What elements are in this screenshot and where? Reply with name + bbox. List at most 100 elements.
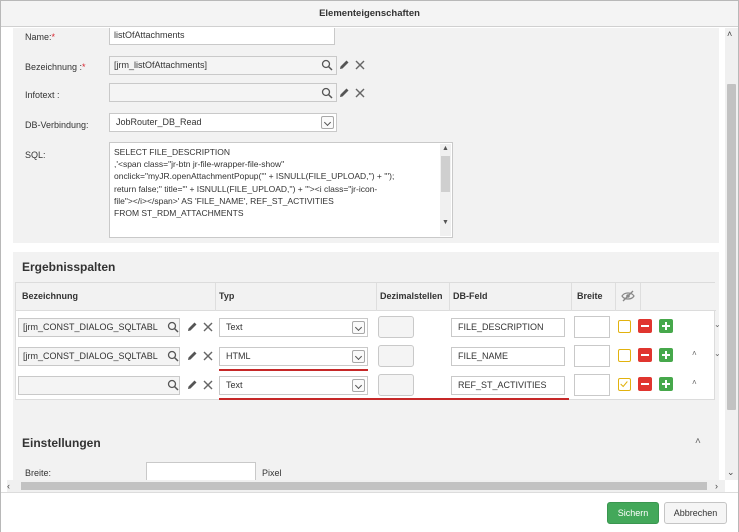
chevron-up-icon[interactable]: ˄ [727,28,732,40]
sql-line: FROM ST_RDM_ATTACHMENTS [114,208,244,219]
cancel-button[interactable]: Abbrechen [664,502,727,524]
db-connection-label: DB-Verbindung: [25,120,89,130]
dialog-title: Elementeigenschaften [1,1,738,27]
row-typ-value: HTML [226,351,251,361]
pixel-label: Pixel [262,468,282,478]
pencil-icon[interactable] [186,350,198,362]
close-icon[interactable] [202,321,214,333]
row-bezeichnung-input[interactable] [18,376,180,395]
search-icon[interactable] [321,87,333,99]
infotext-label: Infotext : [25,90,60,100]
breite-input[interactable] [146,462,256,480]
name-input[interactable]: listOfAttachments [109,28,335,45]
row-typ-value: Text [226,380,243,390]
row-bezeichnung-input[interactable]: [jrm_CONST_DIALOG_SQLTABL [18,318,180,337]
settings-title: Einstellungen [22,436,101,450]
sql-line: onclick="myJR.openAttachmentPopup(''' + … [114,171,395,182]
row-visible-checkbox[interactable] [618,320,631,333]
search-icon[interactable] [167,350,179,362]
chevron-up-icon[interactable]: ˄ [695,436,701,447]
chevron-down-icon[interactable] [352,350,365,363]
bezeichnung-input[interactable]: [jrm_listOfAttachments] [109,56,337,75]
row-typ-select[interactable]: HTML [219,347,368,366]
close-icon[interactable] [354,59,366,71]
chevron-down-icon[interactable] [321,116,334,129]
row-typ-select[interactable]: Text [219,318,368,337]
chevron-down-icon[interactable]: ⌄ [714,349,721,358]
db-connection-select[interactable]: JobRouter_DB_Read [109,113,337,132]
sql-line: return false;" title="' + ISNULL(FILE_UP… [114,183,378,194]
chevron-up-icon[interactable]: ▲ [440,144,451,154]
row-dezimal-input[interactable] [378,345,414,367]
remove-row-button[interactable] [638,319,652,333]
close-icon[interactable] [202,379,214,391]
sql-line: SELECT FILE_DESCRIPTION [114,147,231,157]
horizontal-scrollbar[interactable]: ‹ › [7,480,725,492]
row-dbfeld-input[interactable]: REF_ST_ACTIVITIES [451,376,565,395]
row-breite-input[interactable] [574,316,610,338]
infotext-input[interactable] [109,83,337,102]
chevron-up-icon[interactable]: ˄ [692,378,697,387]
row-breite-input[interactable] [574,374,610,396]
name-label: Name:* [25,32,56,42]
sql-label: SQL: [25,150,46,160]
row-visible-checkbox[interactable] [618,378,631,391]
pencil-icon[interactable] [186,321,198,333]
sql-scroll-thumb[interactable] [441,156,450,192]
add-row-button[interactable] [659,377,673,391]
chevron-down-icon[interactable] [352,379,365,392]
row-typ-select[interactable]: Text [219,376,368,395]
chevron-up-icon[interactable]: ˄ [692,349,697,358]
sql-line: file"></i></span>' AS 'FILE_NAME', REF_S… [114,195,334,206]
chevron-down-icon[interactable]: ⌄ [727,466,735,478]
row-dezimal-input[interactable] [378,316,414,338]
search-icon[interactable] [167,321,179,333]
row-breite-input[interactable] [574,345,610,367]
chevron-left-icon[interactable]: ‹ [7,480,10,492]
row-visible-checkbox[interactable] [618,349,631,362]
header-db-feld: DB-Feld [453,291,488,301]
row-bezeichnung-input[interactable]: [jrm_CONST_DIALOG_SQLTABL [18,347,180,366]
general-panel: Name:* listOfAttachments Bezeichnung :* … [13,28,719,243]
chevron-right-icon[interactable]: › [715,480,718,492]
vertical-scroll-thumb[interactable] [727,84,736,410]
bezeichnung-label: Bezeichnung :* [25,62,86,72]
add-row-button[interactable] [659,319,673,333]
sql-scrollbar[interactable]: ▲ ▼ [440,144,451,236]
element-properties-dialog: Elementeigenschaften Name:* listOfAttach… [0,0,739,532]
sql-line: ,'<span class="jr-btn jr-file-wrapper-fi… [114,159,285,170]
settings-panel [13,431,719,480]
pencil-icon[interactable] [186,379,198,391]
chevron-down-icon[interactable]: ▼ [440,218,451,228]
search-icon[interactable] [321,59,333,71]
result-columns-table: Bezeichnung Typ Dezimalstellen DB-Feld B… [15,282,721,400]
chevron-down-icon[interactable]: ⌄ [714,320,721,329]
search-icon[interactable] [167,379,179,391]
dialog-content: Name:* listOfAttachments Bezeichnung :* … [7,28,725,480]
save-button[interactable]: Sichern [607,502,659,524]
header-typ: Typ [219,291,235,301]
table-header: Bezeichnung Typ Dezimalstellen DB-Feld B… [16,283,716,311]
remove-row-button[interactable] [638,348,652,362]
eye-slash-icon[interactable] [621,290,635,302]
vertical-scrollbar[interactable]: ˄ ⌄ [725,28,738,480]
header-dezimalstellen: Dezimalstellen [380,291,443,301]
sql-textarea[interactable]: SELECT FILE_DESCRIPTION ,'<span class="j… [109,142,453,238]
chevron-down-icon[interactable] [352,321,365,334]
row-typ-value: Text [226,322,243,332]
pencil-icon[interactable] [338,59,350,71]
row-dbfeld-input[interactable]: FILE_NAME [451,347,565,366]
header-breite: Breite [577,291,603,301]
result-columns-title: Ergebnisspalten [22,260,116,274]
row-dezimal-input[interactable] [378,374,414,396]
pencil-icon[interactable] [338,87,350,99]
header-bezeichnung: Bezeichnung [22,291,79,301]
close-icon[interactable] [354,87,366,99]
add-row-button[interactable] [659,348,673,362]
horizontal-scroll-thumb[interactable] [21,482,707,490]
dialog-footer: Sichern Abbrechen [1,492,738,532]
close-icon[interactable] [202,350,214,362]
row-dbfeld-input[interactable]: FILE_DESCRIPTION [451,318,565,337]
db-connection-value: JobRouter_DB_Read [116,117,202,127]
remove-row-button[interactable] [638,377,652,391]
